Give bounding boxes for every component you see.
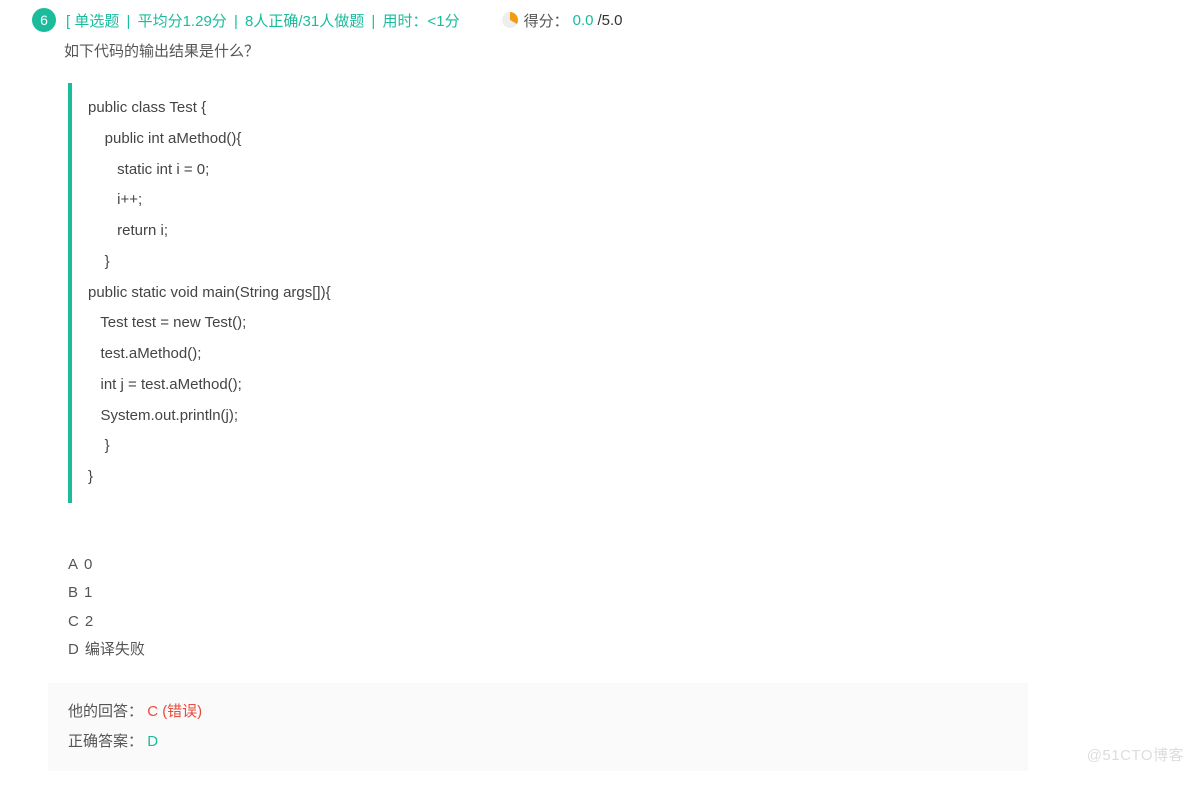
meta-time: 用时：<1分 bbox=[383, 13, 460, 30]
score-earned: 0.0 bbox=[573, 12, 594, 29]
code-line: System.out.println(j); bbox=[88, 401, 952, 432]
option-c[interactable]: C 2 bbox=[68, 608, 1184, 637]
meta-stats: 8人正确/31人做题 bbox=[245, 13, 368, 30]
meta-sep: | bbox=[127, 13, 135, 30]
question-number-badge: 6 bbox=[32, 8, 56, 32]
meta-sep: | bbox=[234, 13, 242, 30]
code-line: } bbox=[88, 431, 952, 462]
option-label: D bbox=[68, 636, 79, 665]
option-text: 1 bbox=[84, 579, 92, 608]
option-text: 编译失败 bbox=[85, 636, 145, 665]
question-container: 6 [ 单选题 | 平均分1.29分 | 8人正确/31人做题 | 用时：<1分… bbox=[8, 8, 1184, 771]
code-line: return i; bbox=[88, 216, 952, 247]
option-label: C bbox=[68, 608, 79, 637]
meta-avg: 平均分1.29分 bbox=[138, 13, 231, 30]
his-answer-label: 他的回答： bbox=[68, 703, 143, 720]
option-a[interactable]: A 0 bbox=[68, 551, 1184, 580]
code-line: } bbox=[88, 247, 952, 278]
code-line: static int i = 0; bbox=[88, 155, 952, 186]
options-list: A 0 B 1 C 2 D 编译失败 bbox=[68, 551, 1184, 665]
score-total: 5.0 bbox=[602, 12, 623, 29]
code-block: public class Test { public int aMethod()… bbox=[68, 83, 968, 503]
code-line: public static void main(String args[]){ bbox=[88, 278, 952, 309]
option-label: B bbox=[68, 579, 78, 608]
code-line: int j = test.aMethod(); bbox=[88, 370, 952, 401]
meta-sep: | bbox=[371, 13, 379, 30]
correct-answer-row: 正确答案： D bbox=[68, 727, 1008, 757]
question-header: 6 [ 单选题 | 平均分1.29分 | 8人正确/31人做题 | 用时：<1分… bbox=[8, 8, 1184, 32]
code-line: Test test = new Test(); bbox=[88, 308, 952, 339]
code-line: public int aMethod(){ bbox=[88, 124, 952, 155]
score-label: 得分： bbox=[524, 10, 569, 31]
option-b[interactable]: B 1 bbox=[68, 579, 1184, 608]
code-line: public class Test { bbox=[88, 93, 952, 124]
answer-block: 他的回答： C (错误) 正确答案： D bbox=[48, 683, 1028, 771]
score-block: 得分： 0.0 / 5.0 bbox=[502, 10, 623, 31]
option-text: 0 bbox=[84, 551, 92, 580]
option-label: A bbox=[68, 551, 78, 580]
pie-chart-icon bbox=[502, 12, 518, 28]
correct-answer-value: D bbox=[147, 733, 158, 750]
his-answer-row: 他的回答： C (错误) bbox=[68, 697, 1008, 727]
his-answer-value: C (错误) bbox=[147, 703, 202, 720]
meta-type: 单选题 bbox=[70, 13, 123, 30]
code-line: i++; bbox=[88, 185, 952, 216]
code-line: test.aMethod(); bbox=[88, 339, 952, 370]
correct-answer-label: 正确答案： bbox=[68, 733, 143, 750]
option-d[interactable]: D 编译失败 bbox=[68, 636, 1184, 665]
watermark: @51CTO博客 bbox=[1087, 744, 1184, 765]
question-meta: [ 单选题 | 平均分1.29分 | 8人正确/31人做题 | 用时：<1分 bbox=[66, 10, 460, 31]
option-text: 2 bbox=[85, 608, 93, 637]
code-line: } bbox=[88, 462, 952, 493]
question-text: 如下代码的输出结果是什么？ bbox=[64, 40, 1184, 61]
